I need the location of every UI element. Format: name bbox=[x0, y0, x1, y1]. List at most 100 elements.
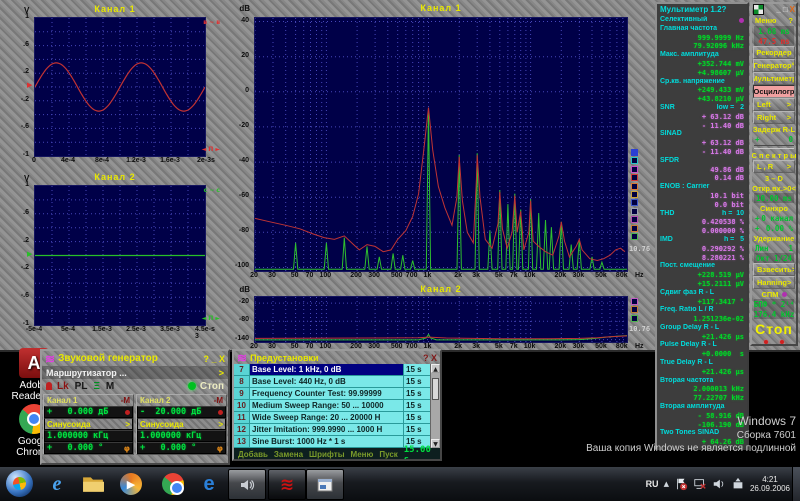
waveform-selector[interactable]: Синусоида> bbox=[137, 418, 226, 430]
menu-value[interactable]: Лин1 bbox=[752, 243, 796, 253]
start-button[interactable] bbox=[6, 470, 36, 498]
generator-titlebar[interactable]: ≋ Звуковой генератор ? _ X bbox=[42, 351, 228, 366]
channel-frequency-control[interactable]: 1.000000 кГц bbox=[137, 430, 226, 442]
menu-button-генератор°[interactable]: Генератор° bbox=[753, 59, 795, 72]
legend-trace-swatch[interactable] bbox=[631, 166, 638, 173]
channel-frequency-control[interactable]: 1.000000 кГц bbox=[44, 430, 133, 442]
legend-trace-swatch[interactable] bbox=[631, 216, 638, 223]
presets-footer-button[interactable]: Пуск bbox=[379, 450, 397, 459]
file-explorer-icon[interactable] bbox=[80, 471, 106, 497]
menu-value[interactable]: 1.68 ms bbox=[754, 26, 794, 36]
edge-icon[interactable]: e bbox=[196, 471, 222, 497]
help-button[interactable]: ? bbox=[423, 353, 429, 363]
channel-phase-control[interactable]: + 0.000 °φ bbox=[137, 442, 226, 454]
legend-trace-swatch[interactable] bbox=[631, 174, 638, 181]
preset-row[interactable]: 9Frequency Counter Test: 99.9999915 s bbox=[234, 388, 430, 400]
menu-value[interactable]: БПФ * 2¹⁴ bbox=[754, 299, 794, 309]
trigger-slope-indicator[interactable]: ◄ Π ► bbox=[202, 146, 220, 153]
trigger-level-marker[interactable]: ▶ bbox=[27, 81, 32, 89]
legend-trace-swatch[interactable] bbox=[631, 208, 638, 215]
menu-value[interactable]: +0 bbox=[752, 134, 796, 144]
show-desktop-button[interactable] bbox=[792, 467, 800, 501]
taskbar-clock[interactable]: 4:21 26.09.2006 bbox=[750, 475, 790, 493]
menu-value[interactable]: 47.5 ms bbox=[754, 36, 794, 46]
menu-value[interactable]: +0 канал bbox=[752, 213, 796, 223]
preset-row[interactable]: 10Medium Sweep Range: 50 ... 1000015 s bbox=[234, 400, 430, 412]
minimize-button[interactable]: _ bbox=[776, 5, 780, 14]
volume-icon[interactable] bbox=[712, 477, 726, 491]
legend-trace-swatch[interactable] bbox=[631, 149, 638, 156]
app-presets-button[interactable] bbox=[306, 469, 344, 500]
presets-footer-button[interactable]: Замена bbox=[274, 450, 303, 459]
channel-level-control[interactable]: + 0.000 дБ bbox=[44, 406, 133, 418]
scroll-down-icon[interactable]: ▼ bbox=[431, 439, 440, 448]
preset-row[interactable]: 8Base Level: 440 Hz, 0 dB15 s bbox=[234, 376, 430, 388]
internet-explorer-icon[interactable]: e bbox=[44, 471, 70, 497]
menu-button[interactable]: Hanning> bbox=[753, 276, 795, 289]
menu-value[interactable]: Окт 1/24 bbox=[754, 253, 794, 263]
generator-mode-pl[interactable]: PL bbox=[75, 381, 88, 392]
close-button[interactable]: X bbox=[431, 353, 437, 363]
legend-trace-swatch[interactable] bbox=[631, 233, 638, 240]
legend-trace-swatch[interactable] bbox=[631, 157, 638, 164]
menu-button-рекордер[interactable]: Рекордер bbox=[753, 46, 795, 59]
generator-stop-button[interactable]: Стоп bbox=[188, 381, 224, 392]
menu-button[interactable]: Right> bbox=[753, 111, 795, 124]
action-center-flag-icon[interactable] bbox=[674, 477, 688, 491]
legend-trace-swatch[interactable] bbox=[631, 298, 638, 305]
menu-header[interactable]: Меню? bbox=[752, 15, 796, 26]
preset-row[interactable]: 11Wide Sweep Range: 20 ... 20000 H15 s bbox=[234, 412, 430, 424]
router-button[interactable]: Маршрутизатор ... > bbox=[42, 366, 228, 379]
channel-level-control[interactable]: - 20.000 дБ bbox=[137, 406, 226, 418]
trigger-slope-indicator[interactable]: ◄ Π ► bbox=[202, 315, 220, 322]
hidden-icons-arrow[interactable]: ▲ bbox=[664, 480, 669, 488]
menu-button[interactable]: L , R> bbox=[753, 160, 795, 173]
presets-footer-button[interactable]: Добавь bbox=[238, 450, 268, 459]
maximize-button[interactable]: □ bbox=[783, 5, 788, 14]
legend-trace-swatch[interactable] bbox=[631, 225, 638, 232]
legend-trace-swatch[interactable] bbox=[631, 183, 638, 190]
legend-trace-swatch[interactable] bbox=[631, 191, 638, 198]
menu-button-мультиметр[interactable]: Мультиметр bbox=[753, 72, 795, 85]
scroll-up-icon[interactable]: ▲ bbox=[431, 364, 440, 373]
waveform-selector[interactable]: Синусоида> bbox=[44, 418, 133, 430]
presets-window-controls[interactable]: ? X bbox=[423, 353, 437, 363]
language-indicator[interactable]: RU bbox=[646, 479, 659, 489]
network-status-icon[interactable] bbox=[693, 477, 707, 491]
legend-trace-swatch[interactable] bbox=[631, 306, 638, 313]
menu-button[interactable]: Left> bbox=[753, 98, 795, 111]
trigger-mode-indicator[interactable]: в ~ в bbox=[203, 19, 220, 26]
menu-stop-button[interactable]: Стоп bbox=[752, 319, 796, 338]
generator-mode-m[interactable]: M bbox=[106, 381, 114, 392]
generator-window-controls[interactable]: ? _ X bbox=[203, 354, 225, 364]
app-generator-button[interactable]: ≋ bbox=[268, 469, 306, 500]
menu-button[interactable]: Взвесить> bbox=[753, 263, 795, 276]
preset-row[interactable]: 13Sine Burst: 1000 Hz * 1 s15 s bbox=[234, 436, 430, 448]
presets-titlebar[interactable]: ≋ Предустановки ? X bbox=[234, 351, 440, 364]
spectrum-plot[interactable] bbox=[254, 17, 628, 272]
spectrum-plot[interactable] bbox=[254, 296, 628, 343]
legend-trace-swatch[interactable] bbox=[631, 199, 638, 206]
media-player-icon[interactable]: ▶ bbox=[118, 471, 144, 497]
menu-value[interactable]: +0.00 % bbox=[752, 223, 796, 233]
presets-footer-button[interactable]: Меню bbox=[351, 450, 374, 459]
menu-value[interactable]: 10.00 ms bbox=[754, 193, 794, 203]
chrome-taskbar-icon[interactable] bbox=[160, 471, 186, 497]
preset-row[interactable]: 7Base Level: 1 kHz, 0 dB15 s bbox=[234, 364, 430, 376]
oscilloscope-plot[interactable] bbox=[34, 17, 206, 157]
safely-remove-icon[interactable] bbox=[731, 477, 745, 491]
presets-scrollbar[interactable]: ▲ ▼ bbox=[430, 364, 440, 448]
preset-row[interactable]: 12Jitter Imitation: 999.9990 ... 1000 H1… bbox=[234, 424, 430, 436]
trigger-level-marker[interactable]: ▶ bbox=[27, 250, 32, 258]
app-analyzer-button[interactable] bbox=[228, 469, 266, 500]
menu-value[interactable]: 176.4 kHz bbox=[754, 309, 794, 319]
trigger-mode-indicator[interactable]: с ~ с bbox=[204, 187, 220, 194]
menu-button-selected[interactable]: Осциллогр bbox=[753, 85, 795, 98]
close-button[interactable]: X bbox=[790, 5, 795, 14]
menu-toggle[interactable]: СПМ bbox=[752, 289, 796, 299]
oscilloscope-plot[interactable] bbox=[34, 185, 206, 326]
generator-mode-ξ[interactable]: Ξ bbox=[93, 381, 99, 392]
channel-phase-control[interactable]: + 0.000 °φ bbox=[44, 442, 133, 454]
presets-footer-button[interactable]: Шрифты bbox=[309, 450, 345, 459]
legend-trace-swatch[interactable] bbox=[631, 315, 638, 322]
